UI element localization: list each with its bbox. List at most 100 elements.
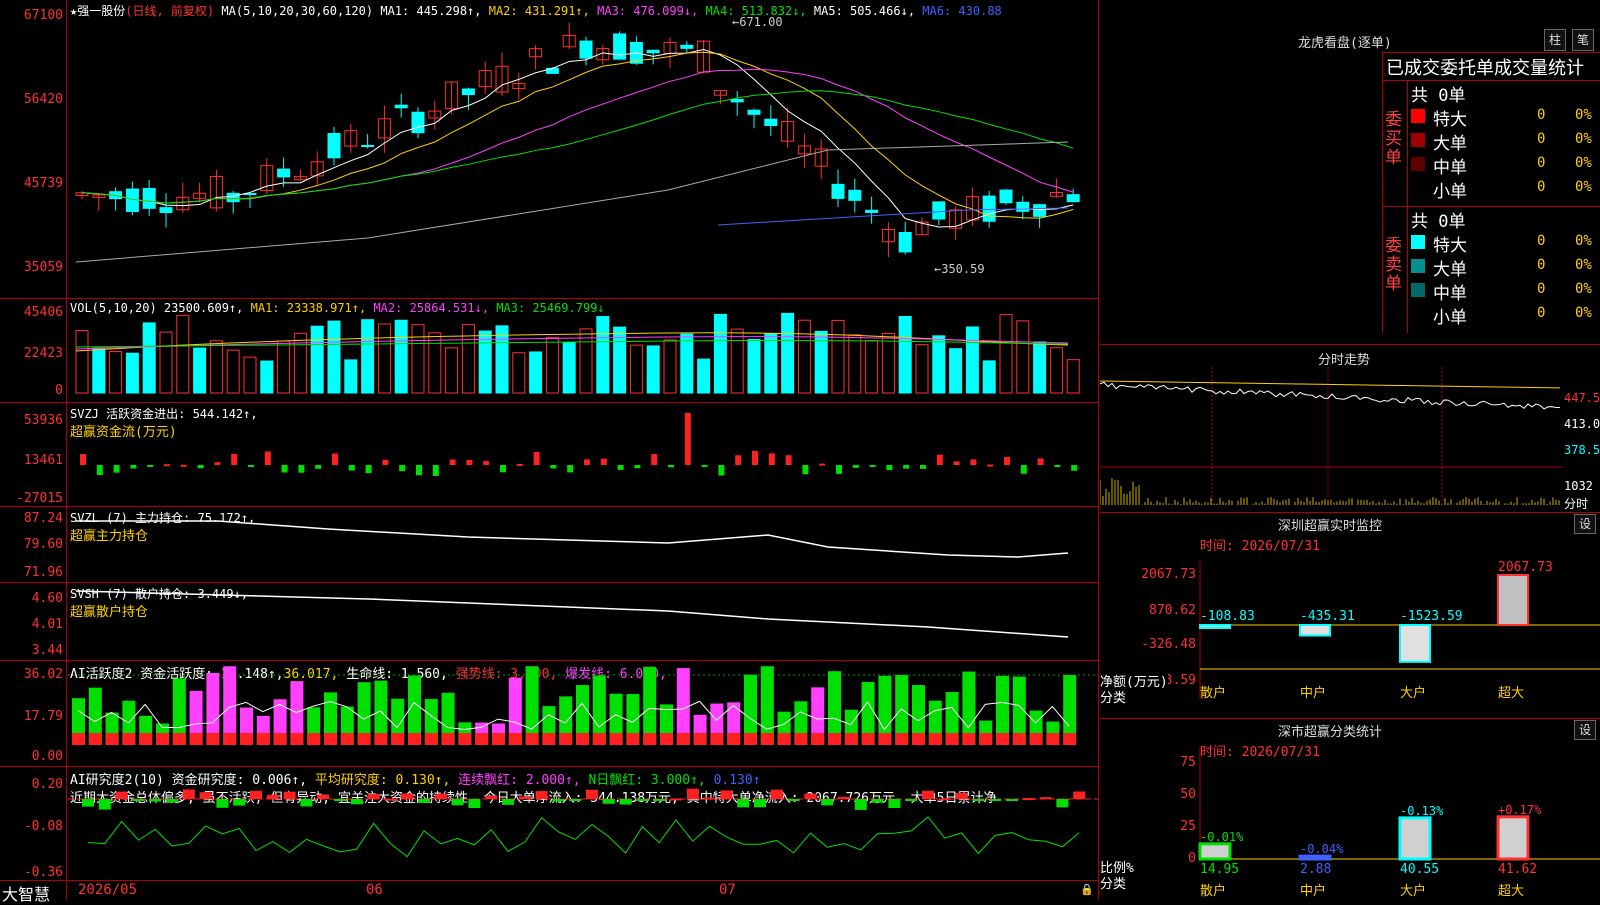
order-row: 小单 0 0% (1411, 177, 1600, 202)
volume-bar (176, 314, 190, 394)
research-bar (384, 798, 397, 801)
change-label: -0.13% (1400, 804, 1444, 818)
svsh-panel[interactable]: SVSH (7) 散户持仓: 3.449↓, 超赢散户持仓 4.60 4.01 … (0, 582, 1098, 661)
volume-bar (747, 338, 761, 394)
volume-bar (1066, 359, 1080, 394)
activity-base (290, 733, 304, 745)
intraday-panel[interactable]: 分时走势 447.5 413.0 378.5 1032 分时 (1100, 344, 1600, 513)
volume-bar (697, 358, 711, 394)
research-bar (451, 799, 464, 806)
volume-bar (243, 356, 257, 394)
order-row: 特大 0 0% (1411, 105, 1600, 130)
research-bar (787, 799, 800, 801)
kline-panel[interactable]: ★强一股份(日线, 前复权) MA(5,10,20,30,60,120) MA1… (0, 0, 1098, 298)
order-count: 0 (1537, 233, 1546, 249)
flow-bar (836, 465, 842, 474)
intraday-vol-label: 1032 (1564, 479, 1593, 493)
flow-bar (584, 459, 590, 465)
volume-panel[interactable]: VOL(5,10,20) 23500.609↑, MA1: 23338.971↑… (0, 298, 1098, 403)
research-bar (854, 799, 867, 810)
activity-base (542, 733, 556, 745)
ratio-bar (1496, 815, 1530, 861)
research-bar (485, 795, 498, 799)
activity-base (340, 733, 354, 745)
volume-bar (915, 344, 929, 394)
volume-bar (512, 352, 526, 394)
volume-bar (629, 344, 643, 394)
research-bar (418, 799, 430, 803)
ma6-line (717, 207, 1069, 226)
candle-body (982, 195, 996, 222)
ai-active-axis-label: 36.02 (23, 667, 63, 682)
order-count: 0 (1537, 281, 1546, 297)
candle-body (848, 189, 862, 201)
order-type: 特大 (1433, 236, 1467, 256)
ai-active-axis-label: 0.00 (31, 749, 63, 764)
activity-base (139, 733, 153, 745)
research-bar (636, 799, 649, 801)
order-pct: 0% (1575, 155, 1592, 171)
volume-bar (1033, 341, 1047, 394)
tick-view-button[interactable]: 笔 (1572, 29, 1594, 51)
volume-bar (260, 360, 274, 394)
flow-bar (970, 459, 977, 465)
volume-bar (344, 359, 358, 394)
volume-bar (209, 340, 223, 394)
activity-base (693, 733, 707, 745)
activity-base (492, 733, 505, 745)
activity-base (525, 733, 539, 745)
realtime-monitor-panel: 深圳超赢实时监控 设 时间: 2026/07/31 2067.73 870.62… (1100, 512, 1600, 719)
activity-base (744, 733, 757, 745)
order-row: 大单 0 0% (1411, 129, 1600, 154)
activity-base (1063, 733, 1077, 745)
ratio-value: 41.62 (1498, 862, 1537, 877)
research-bar (838, 796, 850, 799)
flow-bar (416, 465, 422, 476)
ma3-line (81, 68, 1074, 204)
intraday-chart[interactable] (1100, 345, 1566, 513)
lock-icon[interactable]: 🔒 (1080, 883, 1094, 896)
activity-base (643, 733, 657, 745)
activity-base (1029, 733, 1043, 745)
svzj-panel[interactable]: SVZJ 活跃资金进出: 544.142↑, 超赢资金流(万元) 53936 1… (0, 402, 1098, 507)
category-label: 中户 (1300, 685, 1326, 701)
candle-body (411, 111, 425, 134)
intraday-vol-unit: 分时 (1564, 497, 1589, 511)
dragon-tiger-panel: 龙虎看盘(逐单) 柱 笔 已成交委托单成交量统计 委买单 共 0单 特大 0 0… (1100, 0, 1600, 342)
flow-bar (701, 465, 708, 467)
flow-bar (651, 454, 658, 465)
flow-bar (1004, 457, 1010, 465)
ai-active-panel[interactable]: AI活跃度2 资金活跃度: 14.148↑,36.017, 生命线: 1.560… (0, 660, 1098, 767)
svzl-panel[interactable]: SVZL (7) 主力持仓: 75.172↑, 超赢主力持仓 87.24 79.… (0, 506, 1098, 583)
research-bar (670, 798, 682, 801)
net-flow-chart: -108.83 散户 -435.31 中户 -1523.59 大户 2067.73 超大 (1199, 560, 1600, 701)
category-label: 超大 (1498, 686, 1524, 701)
candle-body (461, 88, 475, 96)
activity-base (626, 733, 640, 745)
candle-body (730, 99, 744, 103)
research-bar (1056, 799, 1069, 808)
volume-bar (327, 320, 341, 394)
flow-bar (382, 459, 389, 465)
flow-bar (567, 465, 574, 473)
intraday-axis-label: 447.5 (1564, 391, 1600, 405)
price-axis-label: 67100 (23, 8, 63, 23)
order-row: 大单 0 0% (1411, 255, 1600, 280)
research-bar (1022, 798, 1035, 801)
research-bar (115, 791, 128, 799)
order-count: 0 (1537, 155, 1546, 171)
volume-bar (932, 335, 946, 394)
x-axis-label: 06 (366, 882, 383, 898)
activity-base (88, 733, 102, 745)
ai-research-panel[interactable]: AI研究度2(10) 资金研究度: 0.006↑, 平均研究度: 0.130↑,… (0, 766, 1098, 881)
candle-body (865, 209, 879, 213)
volume-bar (142, 322, 156, 394)
research-bar (938, 798, 951, 801)
bar-view-button[interactable]: 柱 (1544, 29, 1566, 51)
holding-line (76, 520, 1069, 558)
research-bar (233, 799, 246, 806)
candlestick-chart[interactable] (68, 0, 1098, 298)
research-bar (468, 799, 481, 808)
bar-value: 2067.73 (1498, 560, 1553, 575)
candle-body (764, 118, 778, 127)
